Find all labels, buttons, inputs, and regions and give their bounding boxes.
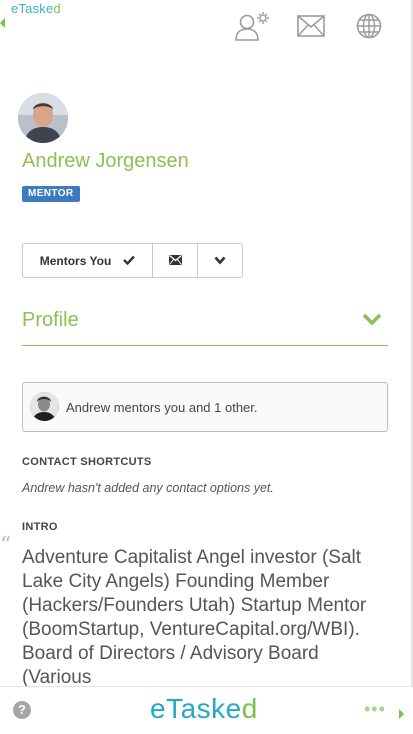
more-dots-icon[interactable]: ••• — [364, 700, 386, 718]
profile-name: Andrew Jorgensen — [22, 150, 189, 172]
bottom-logo-text: eTaske — [150, 693, 242, 724]
mentors-you-button[interactable]: Mentors You — [23, 244, 153, 277]
profile-expand-chevron-icon[interactable] — [362, 313, 382, 332]
globe-icon[interactable] — [356, 13, 382, 39]
envelope-icon — [168, 252, 182, 270]
relationship-button-group: Mentors You — [22, 243, 243, 278]
profile-section-title[interactable]: Profile — [22, 309, 79, 332]
message-button[interactable] — [153, 244, 198, 277]
mentors-you-label: Mentors You — [39, 253, 112, 268]
forward-arrow-icon[interactable] — [399, 709, 404, 719]
more-options-button[interactable] — [198, 244, 242, 277]
mentors-summary-text: Andrew mentors you and 1 other. — [66, 400, 258, 415]
avatar — [18, 93, 68, 143]
top-logo-text: eTaske — [11, 1, 54, 16]
contact-shortcuts-note: Andrew hasn't added any contact options … — [22, 481, 274, 495]
bottom-logo-accent: d — [241, 693, 258, 724]
mentor-badge: MENTOR — [22, 186, 80, 202]
bottom-bar: ? eTasked ••• — [0, 686, 413, 734]
top-logo-accent: d — [53, 1, 61, 16]
intro-heading: INTRO — [22, 521, 58, 533]
mini-avatar — [30, 392, 59, 421]
chevron-down-icon — [214, 252, 226, 270]
back-arrow-icon[interactable] — [0, 18, 5, 28]
bottom-logo[interactable]: eTasked — [150, 693, 258, 725]
intro-text: Adventure Capitalist Angel investor (Sal… — [22, 547, 367, 688]
contact-shortcuts-heading: CONTACT SHORTCUTS — [22, 456, 152, 468]
mentors-summary-box[interactable]: Andrew mentors you and 1 other. — [22, 382, 388, 432]
help-icon[interactable]: ? — [13, 701, 31, 719]
check-icon — [123, 254, 136, 268]
account-settings-icon[interactable] — [234, 11, 272, 43]
mail-icon[interactable] — [297, 15, 325, 37]
top-logo[interactable]: eTasked — [11, 1, 61, 16]
profile-divider — [22, 345, 388, 346]
quote-icon: “ — [0, 533, 12, 558]
